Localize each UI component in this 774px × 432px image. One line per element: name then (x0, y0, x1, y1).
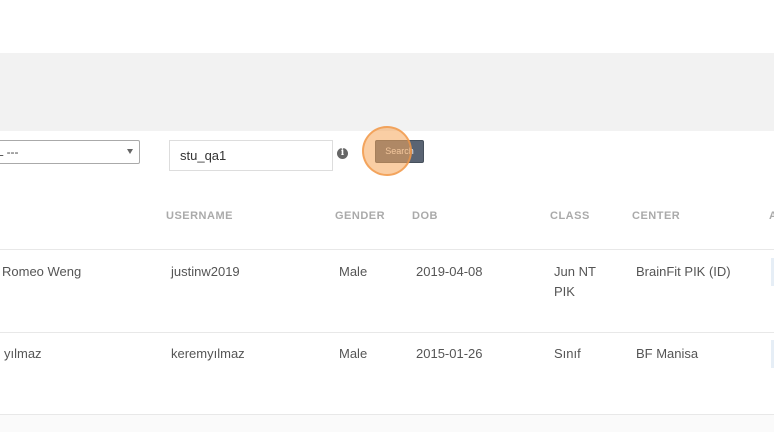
cell-dob: 2019-04-08 (416, 264, 483, 279)
top-bar (0, 0, 774, 53)
column-header-a[interactable]: A (769, 210, 774, 222)
cell-center: BF Manisa (636, 346, 699, 361)
level-filter-value: L --- (0, 145, 19, 159)
row-divider (0, 249, 774, 250)
column-header-center[interactable]: CENTER (632, 210, 680, 222)
cell-name: yılmaz (4, 346, 42, 361)
cell-dob: 2015-01-26 (416, 346, 483, 361)
cell-gender: Male (339, 264, 368, 279)
column-header-dob[interactable]: DOB (412, 210, 438, 222)
column-header-username[interactable]: USERNAME (166, 210, 233, 222)
level-filter-select[interactable]: L --- (0, 140, 140, 164)
cell-class-line2: PIK (554, 284, 575, 299)
cell-name: Romeo Weng (2, 264, 82, 279)
cell-class: Jun NT (554, 264, 596, 279)
column-header-gender[interactable]: GENDER (335, 210, 385, 222)
cell-class: Sınıf (554, 346, 581, 361)
row-divider (0, 332, 774, 333)
cell-username: keremyılmaz (171, 346, 245, 361)
chevron-down-icon (127, 149, 133, 154)
search-input[interactable] (169, 140, 333, 171)
cell-center: BrainFit PIK (ID) (636, 264, 731, 279)
header-band (0, 53, 774, 131)
info-icon[interactable]: i (337, 148, 348, 159)
cell-username: justinw2019 (171, 264, 240, 279)
table-row-partial (0, 415, 774, 432)
column-header-class[interactable]: CLASS (550, 210, 590, 222)
search-button[interactable]: Search (375, 140, 424, 163)
cell-gender: Male (339, 346, 368, 361)
